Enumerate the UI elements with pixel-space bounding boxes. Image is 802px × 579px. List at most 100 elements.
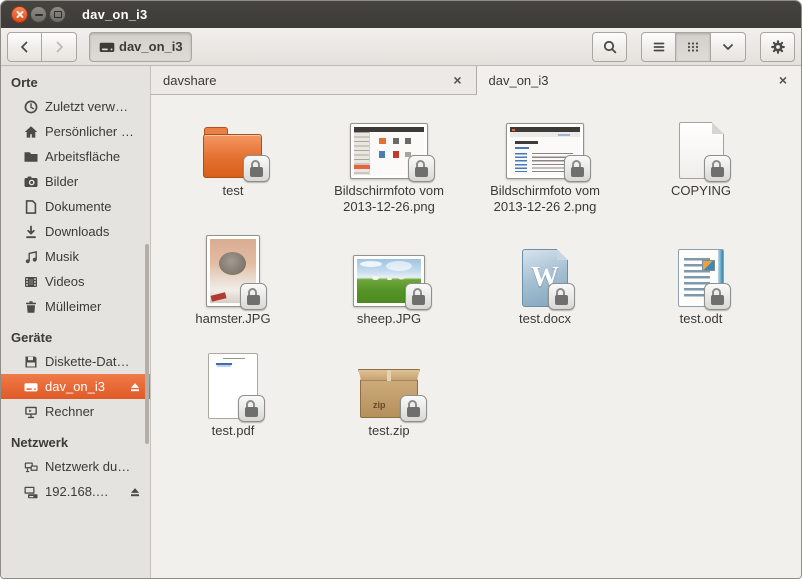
file-item-test-pdf[interactable]: test.pdf [155, 341, 311, 453]
drive-icon [23, 379, 39, 395]
forward-button[interactable] [42, 32, 77, 62]
sidebar-item-label: Persönlicher … [45, 124, 134, 139]
file-grid: test Bildschirmfoto vom 2013-12-26.pngBil… [151, 95, 801, 578]
chevron-down-icon [720, 39, 736, 55]
window-title: dav_on_i3 [82, 7, 147, 22]
tab-close-icon[interactable]: × [775, 71, 791, 89]
maximize-icon [54, 11, 62, 18]
lock-emblem [240, 283, 267, 310]
main-area: OrteZuletzt verw… Persönlicher … Arbeitsfl… [1, 66, 801, 578]
sidebar-item-zuletzt-verw[interactable]: Zuletzt verw… [1, 94, 150, 119]
eject-icon[interactable] [128, 380, 142, 394]
sidebar-item-pers-nlicher[interactable]: Persönlicher … [1, 119, 150, 144]
sidebar-section-header: Geräte [1, 325, 150, 349]
eject-icon[interactable] [128, 485, 142, 499]
floppy-icon [23, 354, 39, 370]
sidebar-item-label: Mülleimer [45, 299, 101, 314]
titlebar: dav_on_i3 [1, 1, 801, 28]
file-name: test.docx [519, 311, 571, 327]
sidebar-item-netzwerk-du[interactable]: Netzwerk du… [1, 454, 150, 479]
file-manager-window: dav_on_i3 dav_on_i3 [0, 0, 802, 579]
sidebar-item-label: 192.168.… [45, 484, 109, 499]
list-view-button[interactable] [641, 32, 676, 62]
toolbar-right-cluster [592, 32, 795, 62]
file-item-test-docx[interactable]: Wtest.docx [467, 229, 623, 341]
lock-emblem [400, 395, 427, 422]
window-minimize-button[interactable] [30, 6, 47, 23]
tab-davshare[interactable]: davshare× [151, 66, 477, 95]
lock-emblem [408, 155, 435, 182]
sidebar-item-bilder[interactable]: Bilder [1, 169, 150, 194]
lock-emblem [704, 283, 731, 310]
file-name: hamster.JPG [195, 311, 270, 327]
home-icon [23, 124, 39, 140]
sidebar-item-m-lleimer[interactable]: Mülleimer [1, 294, 150, 319]
options-menu-button[interactable] [760, 32, 795, 62]
sidebar-section-header: Orte [1, 70, 150, 94]
file-item-bildschirmfoto-vom-2013-12-26-2-png[interactable]: Bildschirmfoto vom 2013-12-26 2.png [467, 101, 623, 229]
sidebar-item-musik[interactable]: Musik [1, 244, 150, 269]
file-item-copying[interactable]: COPYING [623, 101, 779, 229]
search-button[interactable] [592, 32, 627, 62]
sidebar-item-192-168[interactable]: 192.168.… [1, 479, 150, 504]
sidebar-item-label: Musik [45, 249, 79, 264]
back-button[interactable] [7, 32, 42, 62]
folder-icon [23, 149, 39, 165]
drive-icon [98, 38, 116, 56]
music-icon [23, 249, 39, 265]
sidebar-item-dokumente[interactable]: Dokumente [1, 194, 150, 219]
view-options-dropdown-button[interactable] [711, 32, 746, 62]
video-icon [23, 274, 39, 290]
window-maximize-button[interactable] [49, 6, 66, 23]
file-name: test.zip [368, 423, 409, 439]
screenshot-browser-icon [506, 123, 584, 179]
location-breadcrumb-button[interactable]: dav_on_i3 [89, 32, 192, 62]
grid-view-icon [685, 39, 701, 55]
sidebar-item-videos[interactable]: Videos [1, 269, 150, 294]
file-item-sheep-jpg[interactable]: sheep.JPG [311, 229, 467, 341]
view-button-group [641, 32, 746, 62]
sidebar-item-label: Rechner [45, 404, 94, 419]
minimize-icon [35, 14, 43, 16]
file-item-hamster-jpg[interactable]: hamster.JPG [155, 229, 311, 341]
sidebar-item-rechner[interactable]: Rechner [1, 399, 150, 424]
sidebar-item-label: Bilder [45, 174, 78, 189]
photo-hamster-icon [206, 235, 260, 307]
nav-button-group [7, 32, 77, 62]
lock-emblem [548, 283, 575, 310]
sidebar-scrollbar[interactable] [145, 244, 149, 444]
chevron-left-icon [17, 39, 33, 55]
file-item-test[interactable]: test [155, 101, 311, 229]
gear-icon [770, 39, 786, 55]
file-name: test [223, 183, 244, 199]
content-column: davshare×dav_on_i3× test Bildschirmfoto v… [151, 66, 801, 578]
sidebar-item-dav-on-i3[interactable]: dav_on_i3 [1, 374, 150, 399]
toolbar: dav_on_i3 [1, 28, 801, 66]
tab-dav-on-i3[interactable]: dav_on_i3× [477, 66, 802, 95]
zip-icon: zip [358, 369, 420, 419]
search-icon [602, 39, 618, 55]
pdf-icon [208, 353, 258, 419]
sidebar-item-label: Arbeitsfläche [45, 149, 120, 164]
sidebar-item-label: Dokumente [45, 199, 111, 214]
network-drive-icon [23, 484, 39, 500]
file-item-test-zip[interactable]: zip test.zip [311, 341, 467, 453]
sidebar-item-label: Downloads [45, 224, 109, 239]
window-close-button[interactable] [11, 6, 28, 23]
file-item-test-odt[interactable]: test.odt [623, 229, 779, 341]
docx-icon: W [522, 249, 568, 307]
tab-bar: davshare×dav_on_i3× [151, 66, 801, 95]
sidebar-item-downloads[interactable]: Downloads [1, 219, 150, 244]
grid-view-button[interactable] [676, 32, 711, 62]
sidebar-item-diskette-dat[interactable]: Diskette-Dat… [1, 349, 150, 374]
download-icon [23, 224, 39, 240]
lock-emblem [704, 155, 731, 182]
text-icon [679, 122, 724, 179]
tab-close-icon[interactable]: × [449, 71, 465, 89]
file-item-bildschirmfoto-vom-2013-12-26-png[interactable]: Bildschirmfoto vom 2013-12-26.png [311, 101, 467, 229]
folder-icon [203, 127, 263, 179]
lock-emblem [238, 395, 265, 422]
lock-emblem [564, 155, 591, 182]
sidebar-item-arbeitsfl-che[interactable]: Arbeitsfläche [1, 144, 150, 169]
photo-sheep-icon [353, 255, 425, 307]
